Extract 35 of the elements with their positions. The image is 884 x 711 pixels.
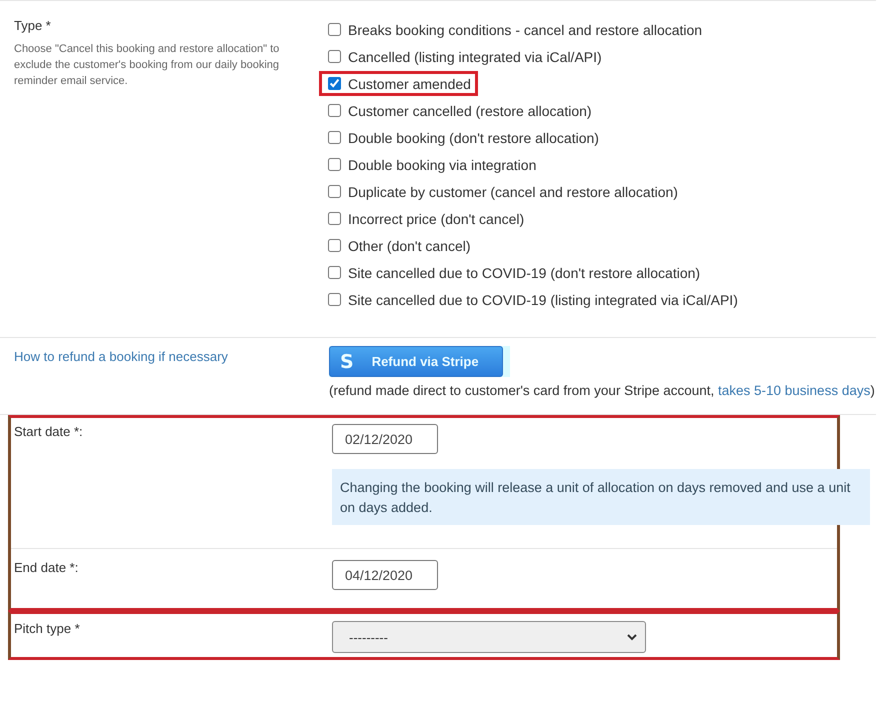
checkbox-option[interactable]: Cancelled (listing integrated via iCal/API) [318, 43, 610, 70]
help-text: Choose "Cancel this booking and restore allocation" to exclude the customer's booking from our daily booking reminder email service. [14, 42, 280, 89]
checkbox-option[interactable]: Other (don't cancel) [318, 232, 479, 259]
checkbox[interactable] [328, 266, 341, 279]
checkbox[interactable] [328, 131, 341, 144]
checkbox[interactable] [328, 212, 341, 225]
info-message: Changing the booking will release a unit of allocation on days removed and use a unit on days added. [332, 469, 870, 525]
checkbox[interactable] [328, 239, 341, 252]
select-field[interactable]: --------- [332, 621, 646, 653]
checkbox-option[interactable]: Double booking via integration [318, 151, 544, 178]
date-field[interactable]: 02/12/2020 [332, 424, 438, 454]
checkbox[interactable] [328, 23, 341, 36]
field-label: Type * [14, 18, 52, 33]
date-field[interactable]: 04/12/2020 [332, 560, 438, 590]
refund-note: (refund made direct to customer's card from your Stripe account, takes 5-10 business days) [329, 382, 876, 400]
info-link[interactable]: takes 5-10 business days [718, 383, 870, 398]
checkbox-option[interactable]: Site cancelled due to COVID-19 (listing integrated via iCal/API) [318, 286, 746, 313]
checkbox[interactable] [328, 158, 341, 171]
help-link[interactable]: How to refund a booking if necessary [14, 349, 228, 364]
checkbox-option[interactable]: Incorrect price (don't cancel) [318, 205, 532, 232]
checkbox-option[interactable]: Duplicate by customer (cancel and restore allocation) [318, 178, 686, 205]
checkbox-option[interactable]: Breaks booking conditions - cancel and restore allocation [318, 16, 710, 43]
checkbox[interactable] [328, 77, 341, 90]
chevron-down-icon [627, 634, 637, 640]
field-label: Start date *: [14, 424, 84, 441]
checkbox-option[interactable]: Site cancelled due to COVID-19 (don't restore allocation) [318, 259, 708, 286]
checkbox-option[interactable]: Customer amended [318, 70, 479, 97]
checkbox-option[interactable]: Customer cancelled (restore allocation) [318, 97, 600, 124]
checkbox[interactable] [328, 293, 341, 306]
field-label: End date *: [14, 560, 80, 577]
checkbox[interactable] [328, 50, 341, 63]
checkbox[interactable] [328, 185, 341, 198]
checkbox[interactable] [328, 104, 341, 117]
checkbox-option[interactable]: Double booking (don't restore allocation) [318, 124, 607, 151]
field-label: Pitch type * [14, 621, 81, 638]
